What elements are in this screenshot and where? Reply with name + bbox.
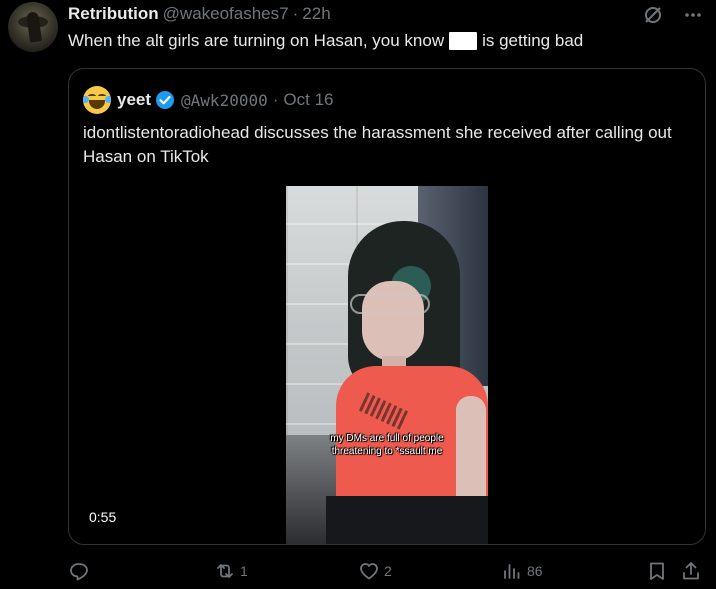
bookmark-icon <box>646 560 668 582</box>
grok-icon[interactable] <box>642 4 664 26</box>
tweet-time[interactable]: 22h <box>302 4 330 24</box>
reply-icon <box>68 560 90 582</box>
tweet-header: Retribution @wakeofashes7 · 22h <box>68 4 331 24</box>
separator-dot: · <box>292 4 299 23</box>
views-count: 86 <box>527 563 543 579</box>
video-caption-line1: my DMs are full of people <box>330 433 444 444</box>
more-icon[interactable] <box>682 4 704 26</box>
tweet-actions: 1 2 86 <box>68 560 708 586</box>
author-avatar[interactable] <box>8 2 58 52</box>
author-name[interactable]: Retribution <box>68 4 159 24</box>
tweet-text-before: When the alt girls are turning on Hasan,… <box>68 31 445 50</box>
retweet-button[interactable]: 1 <box>214 560 248 582</box>
like-count: 2 <box>384 563 392 579</box>
share-button[interactable] <box>680 560 702 582</box>
video-caption: my DMs are full of people threatening to… <box>286 432 488 458</box>
share-icon <box>680 560 702 582</box>
verified-icon <box>155 90 175 110</box>
video-subject-glasses <box>350 294 430 314</box>
video-subject-pants <box>326 496 488 544</box>
tweet-text-after: is getting bad <box>482 31 584 50</box>
views-icon <box>501 560 523 582</box>
tweet-top-actions <box>642 4 704 26</box>
quote-date[interactable]: Oct 16 <box>283 90 333 110</box>
views-button[interactable]: 86 <box>501 560 543 582</box>
quote-avatar[interactable] <box>83 86 111 114</box>
video-player[interactable]: my DMs are full of people threatening to… <box>286 186 488 544</box>
quoted-tweet[interactable]: yeet @Awk20000 · Oct 16 idontlistentorad… <box>68 68 706 545</box>
author-handle[interactable]: @wakeofashes7 <box>163 4 289 24</box>
retweet-count: 1 <box>240 563 248 579</box>
retweet-icon <box>214 560 236 582</box>
quote-author-handle[interactable]: @Awk20000 <box>181 91 268 110</box>
quote-header: yeet @Awk20000 · Oct 16 <box>83 86 334 114</box>
like-button[interactable]: 2 <box>358 560 392 582</box>
video-subject-face <box>362 281 424 361</box>
like-icon <box>358 560 380 582</box>
bookmark-button[interactable] <box>646 560 668 582</box>
tweet-text: When the alt girls are turning on Hasan,… <box>68 31 583 51</box>
quote-author-name[interactable]: yeet <box>117 90 151 110</box>
quote-separator-dot: · <box>272 90 279 109</box>
reply-button[interactable] <box>68 560 94 582</box>
video-duration: 0:55 <box>81 506 125 528</box>
redaction-box <box>449 32 478 50</box>
quote-text: idontlistentoradiohead discusses the har… <box>83 123 672 166</box>
video-caption-line2: threatening to *ssault me <box>331 446 443 457</box>
